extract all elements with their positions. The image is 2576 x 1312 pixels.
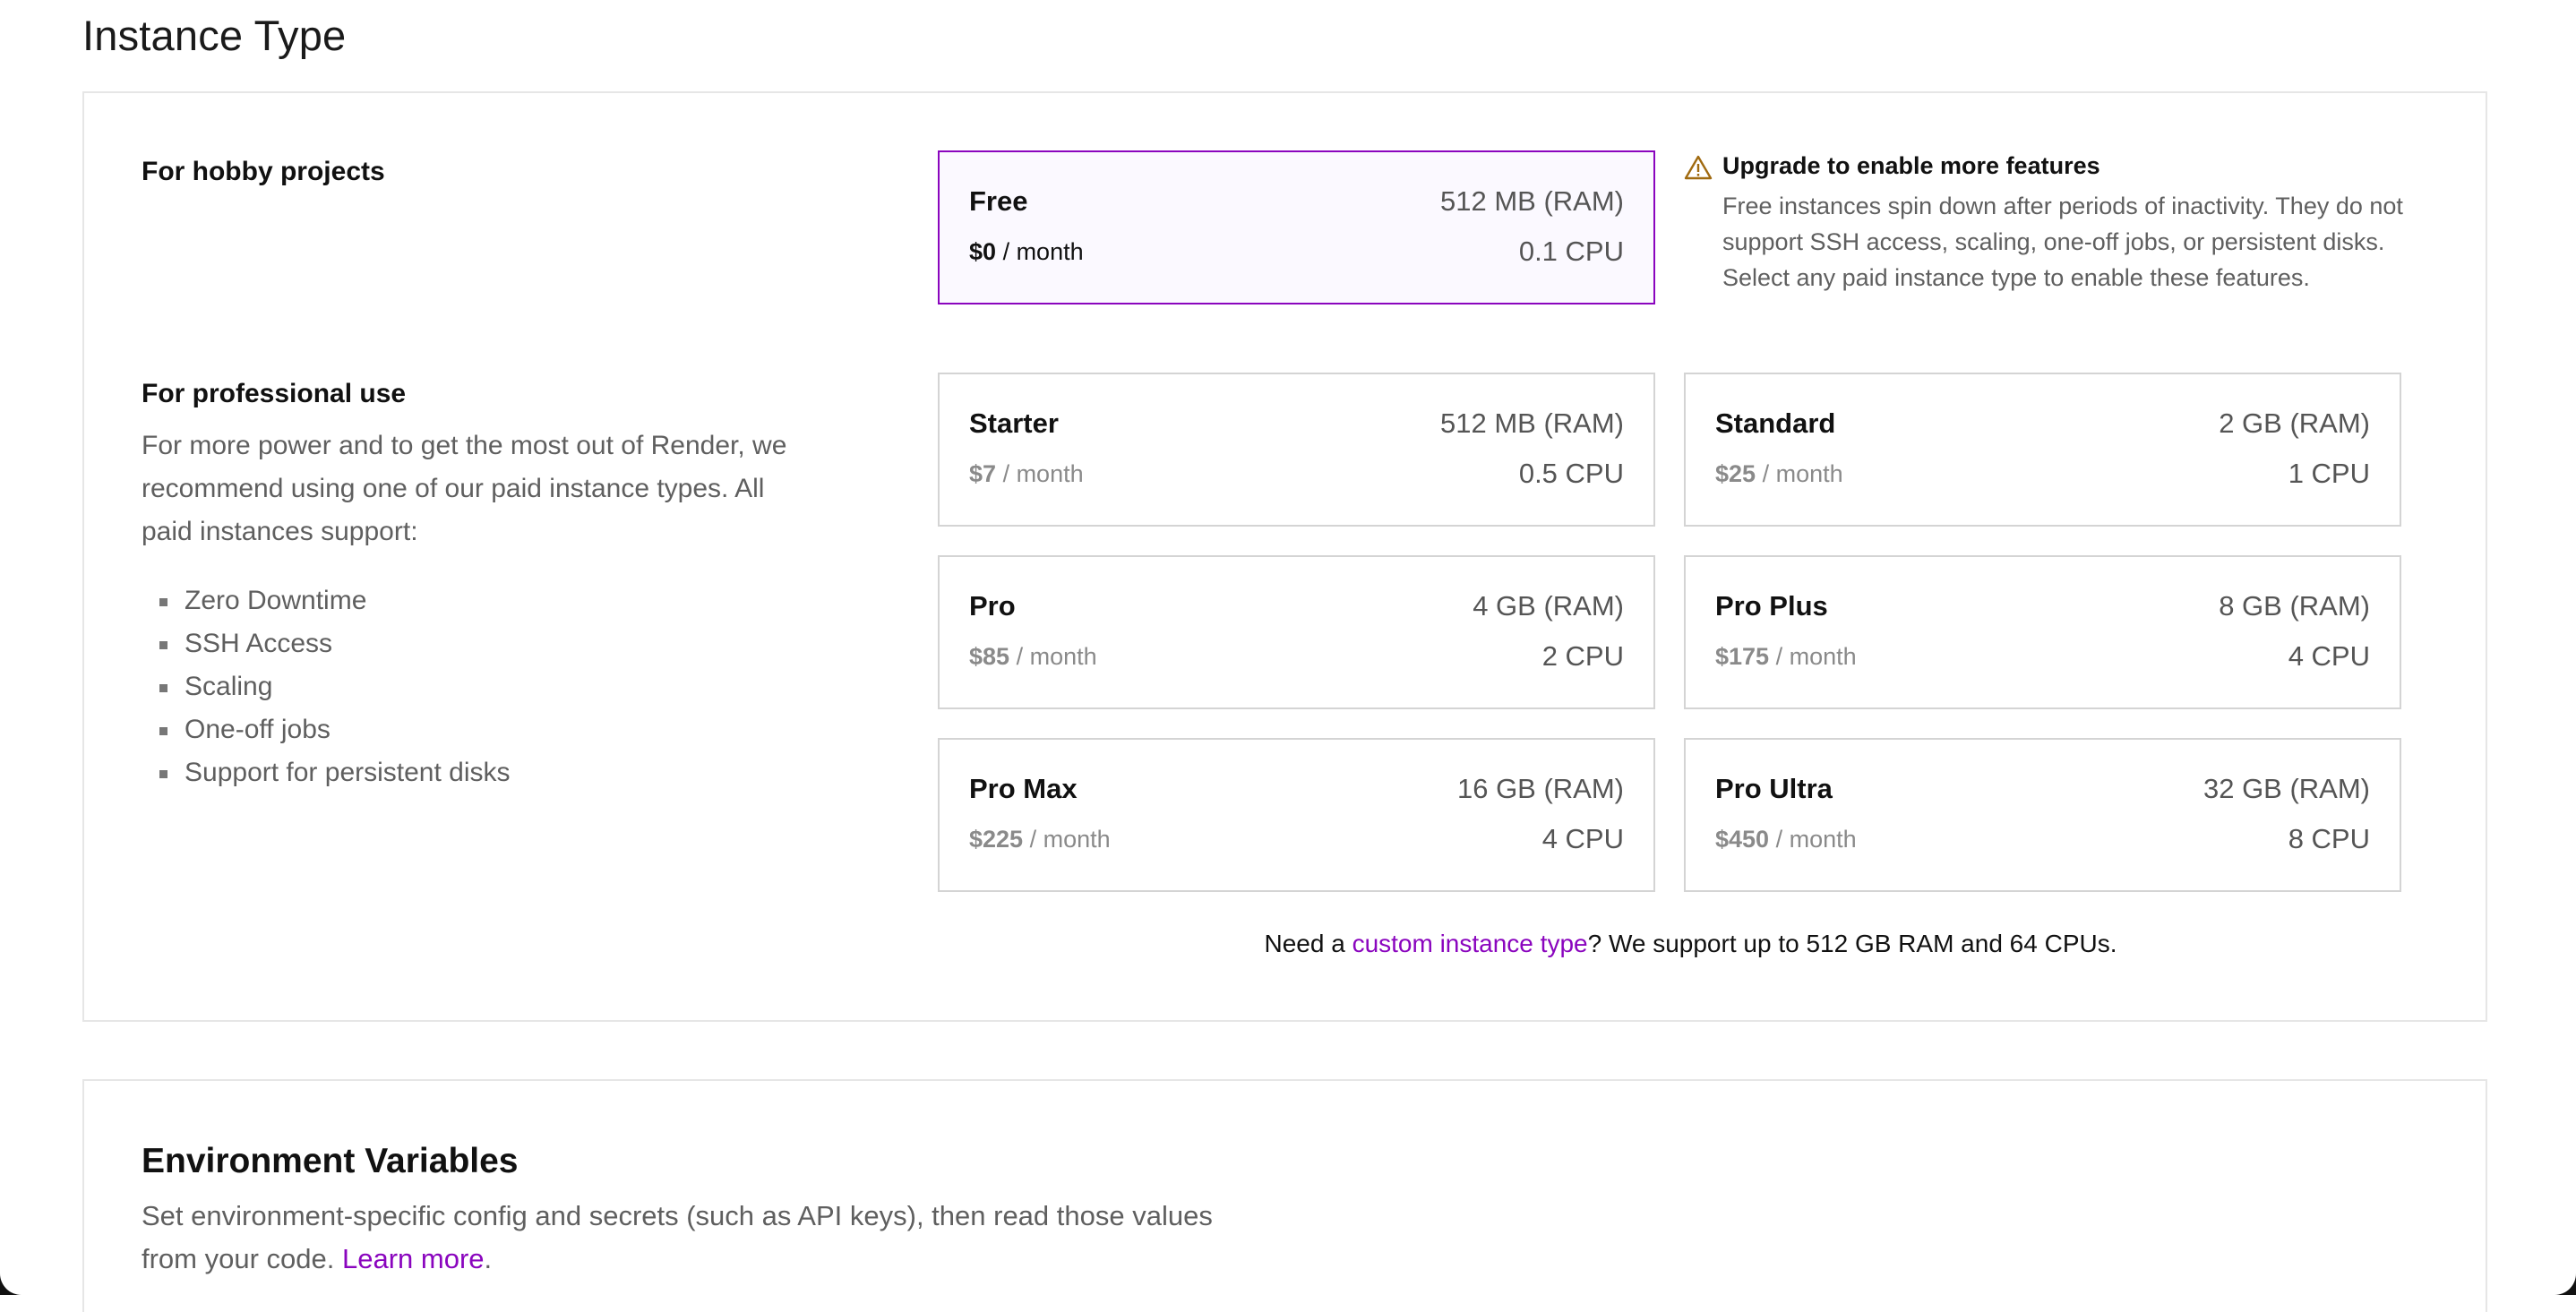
instance-ram: 32 GB (RAM): [2202, 773, 2370, 804]
instance-name: Pro: [969, 590, 1016, 622]
instance-ram: 512 MB (RAM): [1440, 185, 1624, 217]
section-heading: Instance Type: [82, 12, 347, 59]
professional-description: For more power and to get the most out o…: [142, 431, 787, 546]
instance-price: $0 / month: [969, 238, 1084, 266]
env-description-suffix: .: [484, 1243, 493, 1274]
feature-list: Zero Downtime SSH Access Scaling One-off…: [142, 579, 511, 794]
price-amount: $0: [969, 238, 997, 265]
env-description-text: Set environment-specific config and secr…: [142, 1200, 1213, 1274]
instance-cpu: 4 CPU: [2288, 640, 2370, 672]
feature-item: One-off jobs: [142, 708, 511, 751]
price-period: / month: [1002, 238, 1084, 265]
instance-type-panel: For hobby projects For professional use …: [82, 91, 2487, 1022]
instance-card-free[interactable]: Free 512 MB (RAM) $0 / month 0.1 CPU: [938, 150, 1655, 304]
env-description: Set environment-specific config and secr…: [142, 1195, 1216, 1281]
feature-item: Scaling: [142, 665, 511, 708]
price-period: / month: [1762, 460, 1843, 487]
instance-ram: 16 GB (RAM): [1456, 773, 1624, 804]
feature-item: SSH Access: [142, 622, 511, 665]
feature-label: Scaling: [185, 672, 273, 701]
custom-note-suffix: ? We support up to 512 GB RAM and 64 CPU…: [1587, 930, 2117, 957]
instance-name: Pro Plus: [1715, 590, 1828, 622]
warning-icon: [1684, 155, 1713, 180]
professional-group-title: For professional use: [142, 379, 407, 408]
environment-variables-panel: Environment Variables Set environment-sp…: [82, 1079, 2487, 1312]
bullet-icon: [159, 684, 167, 692]
instance-price: $7 / month: [969, 460, 1084, 488]
feature-label: Support for persistent disks: [185, 758, 511, 787]
feature-label: SSH Access: [185, 629, 333, 658]
upgrade-text: Free instances spin down after periods o…: [1722, 193, 2403, 291]
instance-name: Pro Max: [969, 773, 1078, 804]
bullet-icon: [159, 598, 167, 606]
instance-cpu: 2 CPU: [1541, 640, 1624, 672]
feature-item: Zero Downtime: [142, 579, 511, 622]
price-period: / month: [1775, 643, 1857, 670]
env-title: Environment Variables: [142, 1142, 519, 1180]
custom-instance-note: Need a custom instance type? We support …: [84, 930, 2486, 958]
bullet-icon: [159, 641, 167, 649]
feature-label: One-off jobs: [185, 715, 331, 744]
price-amount: $25: [1715, 460, 1756, 487]
instance-card-standard[interactable]: Standard 2 GB (RAM) $25 / month 1 CPU: [1684, 373, 2401, 527]
instance-price: $85 / month: [969, 643, 1097, 671]
price-amount: $175: [1715, 643, 1770, 670]
hobby-group-title: For hobby projects: [142, 157, 385, 186]
instance-card-pro-plus[interactable]: Pro Plus 8 GB (RAM) $175 / month 4 CPU: [1684, 555, 2401, 709]
instance-ram: 4 GB (RAM): [1473, 590, 1624, 622]
instance-price: $25 / month: [1715, 460, 1843, 488]
price-period: / month: [1016, 643, 1097, 670]
feature-item: Support for persistent disks: [142, 751, 511, 794]
instance-ram: 8 GB (RAM): [2219, 590, 2370, 622]
instance-ram: 512 MB (RAM): [1440, 407, 1624, 439]
instance-cpu: 4 CPU: [1541, 823, 1624, 854]
price-amount: $225: [969, 826, 1024, 853]
price-period: / month: [1002, 460, 1084, 487]
custom-note-prefix: Need a: [1264, 930, 1352, 957]
price-period: / month: [1775, 826, 1857, 853]
price-amount: $7: [969, 460, 997, 487]
window-corner-right: [2533, 1252, 2576, 1295]
instance-name: Free: [969, 185, 1028, 217]
price-period: / month: [1029, 826, 1111, 853]
feature-label: Zero Downtime: [185, 586, 367, 615]
custom-instance-type-link[interactable]: custom instance type: [1352, 930, 1588, 957]
instance-cpu: 0.1 CPU: [1518, 236, 1624, 267]
upgrade-title: Upgrade to enable more features: [1722, 152, 2100, 179]
instance-card-starter[interactable]: Starter 512 MB (RAM) $7 / month 0.5 CPU: [938, 373, 1655, 527]
bullet-icon: [159, 727, 167, 735]
instance-name: Standard: [1715, 407, 1836, 439]
instance-name: Pro Ultra: [1715, 773, 1833, 804]
instance-card-pro-max[interactable]: Pro Max 16 GB (RAM) $225 / month 4 CPU: [938, 738, 1655, 892]
instance-price: $450 / month: [1715, 826, 1857, 853]
instance-price: $175 / month: [1715, 643, 1857, 671]
price-amount: $85: [969, 643, 1010, 670]
instance-cpu: 0.5 CPU: [1518, 458, 1624, 489]
instance-card-pro-ultra[interactable]: Pro Ultra 32 GB (RAM) $450 / month 8 CPU: [1684, 738, 2401, 892]
instance-card-pro[interactable]: Pro 4 GB (RAM) $85 / month 2 CPU: [938, 555, 1655, 709]
instance-price: $225 / month: [969, 826, 1111, 853]
instance-ram: 2 GB (RAM): [2219, 407, 2370, 439]
price-amount: $450: [1715, 826, 1770, 853]
instance-name: Starter: [969, 407, 1059, 439]
bullet-icon: [159, 770, 167, 778]
learn-more-link[interactable]: Learn more: [342, 1243, 485, 1274]
window-corner-left: [0, 1252, 43, 1295]
instance-cpu: 1 CPU: [2288, 458, 2370, 489]
instance-cpu: 8 CPU: [2288, 823, 2370, 854]
